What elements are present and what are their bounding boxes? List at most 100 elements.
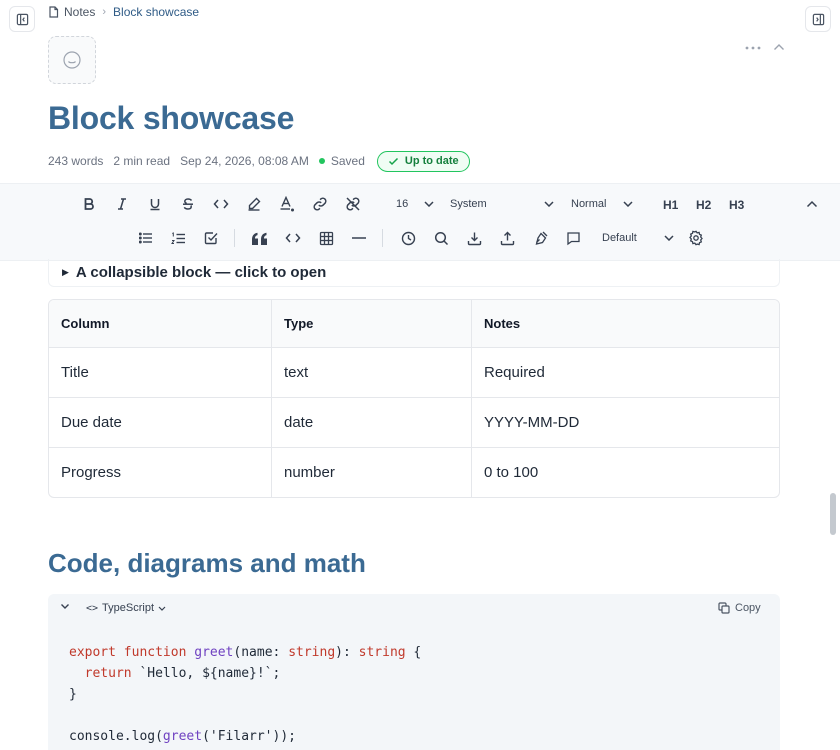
upload-icon bbox=[500, 231, 514, 245]
inline-code-button[interactable] bbox=[208, 191, 234, 217]
toolbar-divider bbox=[382, 229, 383, 247]
font-family-select[interactable]: System bbox=[442, 192, 558, 216]
heading-3-button[interactable]: H3 bbox=[729, 198, 744, 212]
toggle-left-sidebar-button[interactable] bbox=[9, 6, 35, 32]
strikethrough-icon bbox=[183, 198, 193, 210]
text-color-icon bbox=[280, 196, 294, 212]
table-cell[interactable]: Title bbox=[49, 348, 271, 397]
section-heading[interactable]: Code, diagrams and math bbox=[48, 548, 366, 579]
draw-button[interactable] bbox=[527, 225, 553, 251]
remove-link-button[interactable] bbox=[340, 191, 366, 217]
code-content[interactable]: export function greet(name: string): str… bbox=[69, 642, 421, 747]
page-actions bbox=[745, 38, 785, 56]
formatting-toolbar: 16 System Normal H1 H2 H3 Default bbox=[0, 183, 840, 261]
collapsible-block-toggle[interactable]: ▶ A collapsible block — click to open bbox=[48, 259, 780, 287]
breadcrumb-root[interactable]: Notes bbox=[64, 5, 95, 19]
table-cell[interactable]: YYYY-MM-DD bbox=[471, 398, 779, 447]
copy-icon bbox=[718, 602, 730, 614]
code-token: (name: bbox=[233, 645, 289, 660]
table-icon bbox=[319, 231, 333, 245]
comment-button[interactable] bbox=[560, 225, 586, 251]
blockquote-button[interactable] bbox=[247, 225, 273, 251]
font-size-select[interactable]: 16 bbox=[388, 192, 438, 216]
heading-2-button[interactable]: H2 bbox=[696, 198, 711, 212]
table-cell[interactable]: Required bbox=[471, 348, 779, 397]
read-time: 2 min read bbox=[113, 154, 171, 168]
chevron-up-icon bbox=[774, 44, 784, 50]
table-header-cell[interactable]: Column bbox=[49, 300, 271, 347]
numbered-list-icon bbox=[170, 231, 185, 244]
table-header-cell[interactable]: Type bbox=[271, 300, 471, 347]
scrollbar-thumb[interactable] bbox=[830, 493, 836, 535]
font-family-value: System bbox=[450, 198, 487, 210]
bullet-list-button[interactable] bbox=[133, 225, 159, 251]
collapse-header-button[interactable] bbox=[773, 38, 785, 56]
search-button[interactable] bbox=[428, 225, 454, 251]
copy-label: Copy bbox=[735, 602, 761, 614]
code-token: string bbox=[288, 645, 336, 660]
horizontal-rule-button[interactable] bbox=[346, 225, 372, 251]
table-header-cell[interactable]: Notes bbox=[471, 300, 779, 347]
insert-link-button[interactable] bbox=[307, 191, 333, 217]
strikethrough-button[interactable] bbox=[175, 191, 201, 217]
comment-icon bbox=[566, 231, 580, 245]
underline-icon bbox=[150, 199, 160, 211]
text-color-button[interactable] bbox=[274, 191, 300, 217]
pen-tool-icon bbox=[535, 231, 547, 245]
underline-button[interactable] bbox=[142, 191, 168, 217]
share-button[interactable] bbox=[494, 225, 520, 251]
status-label: Up to date bbox=[404, 155, 459, 167]
toolbar-divider bbox=[234, 229, 235, 247]
block-style-select[interactable]: Normal bbox=[563, 192, 637, 216]
code-icon bbox=[285, 233, 301, 243]
table-cell[interactable]: number bbox=[271, 448, 471, 497]
quote-icon bbox=[252, 232, 267, 245]
bold-button[interactable] bbox=[76, 191, 102, 217]
code-block-button[interactable] bbox=[280, 225, 306, 251]
language-value: TypeScript bbox=[102, 602, 155, 614]
insert-table-button[interactable] bbox=[313, 225, 339, 251]
history-button[interactable] bbox=[395, 225, 421, 251]
code-token: console.log( bbox=[69, 729, 163, 744]
breadcrumb-separator: › bbox=[102, 6, 107, 18]
link-icon bbox=[313, 197, 327, 211]
more-horizontal-icon bbox=[745, 46, 761, 50]
bold-icon bbox=[84, 198, 94, 210]
unlink-icon bbox=[346, 197, 360, 211]
theme-value: Default bbox=[602, 232, 637, 244]
collapse-toolbar-button[interactable] bbox=[799, 191, 825, 217]
table-cell[interactable]: date bbox=[271, 398, 471, 447]
check-icon bbox=[388, 157, 399, 166]
theme-select[interactable]: Default bbox=[594, 226, 678, 250]
save-state: Saved bbox=[318, 154, 365, 168]
table-cell[interactable]: text bbox=[271, 348, 471, 397]
more-options-button[interactable] bbox=[745, 38, 761, 56]
settings-button[interactable] bbox=[683, 225, 709, 251]
highlight-button[interactable] bbox=[241, 191, 267, 217]
code-token: greet bbox=[162, 729, 203, 744]
page-title[interactable]: Block showcase bbox=[48, 100, 294, 137]
code-token: ('Filarr')); bbox=[202, 729, 296, 744]
table-cell[interactable]: Progress bbox=[49, 448, 271, 497]
table-row: Progress number 0 to 100 bbox=[49, 447, 779, 497]
numbered-list-button[interactable] bbox=[165, 225, 191, 251]
smiley-icon bbox=[63, 51, 81, 69]
copy-code-button[interactable]: Copy bbox=[718, 602, 761, 614]
document-icon bbox=[48, 6, 59, 18]
page-icon-picker[interactable] bbox=[48, 36, 96, 84]
page-meta: 243 words 2 min read Sep 24, 2026, 08:08… bbox=[48, 150, 470, 172]
language-select[interactable]: <> TypeScript bbox=[86, 602, 166, 614]
heading-1-button[interactable]: H1 bbox=[663, 198, 678, 212]
table-cell[interactable]: Due date bbox=[49, 398, 271, 447]
italic-button[interactable] bbox=[109, 191, 135, 217]
breadcrumb-current[interactable]: Block showcase bbox=[113, 5, 199, 19]
toggle-right-sidebar-button[interactable] bbox=[805, 6, 831, 32]
collapse-code-button[interactable] bbox=[60, 603, 70, 610]
saved-dot-icon bbox=[318, 158, 325, 164]
clock-icon bbox=[401, 231, 415, 245]
task-list-button[interactable] bbox=[198, 225, 224, 251]
sidebar-left-icon bbox=[16, 13, 28, 25]
download-button[interactable] bbox=[461, 225, 487, 251]
gear-icon bbox=[689, 230, 703, 246]
table-cell[interactable]: 0 to 100 bbox=[471, 448, 779, 497]
